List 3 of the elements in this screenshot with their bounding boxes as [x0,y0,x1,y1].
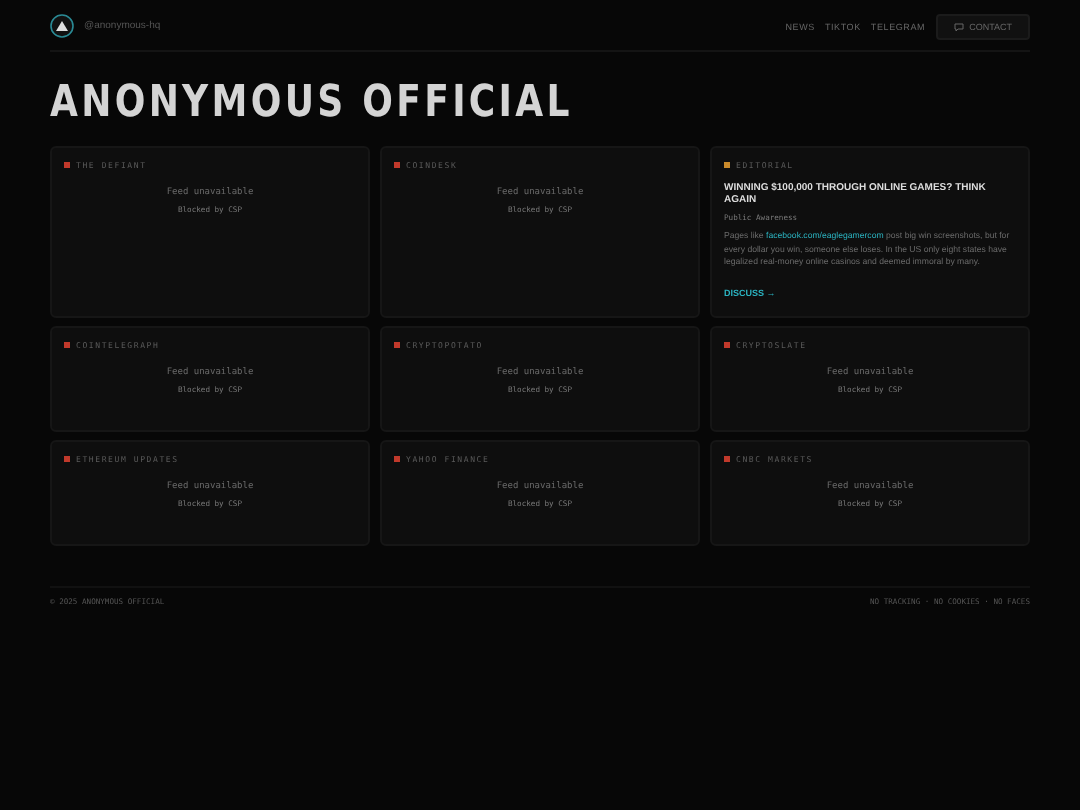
page-title: ANONYMOUS OFFICIAL [50,82,575,126]
chat-icon [953,21,964,31]
logo-icon [50,14,74,38]
